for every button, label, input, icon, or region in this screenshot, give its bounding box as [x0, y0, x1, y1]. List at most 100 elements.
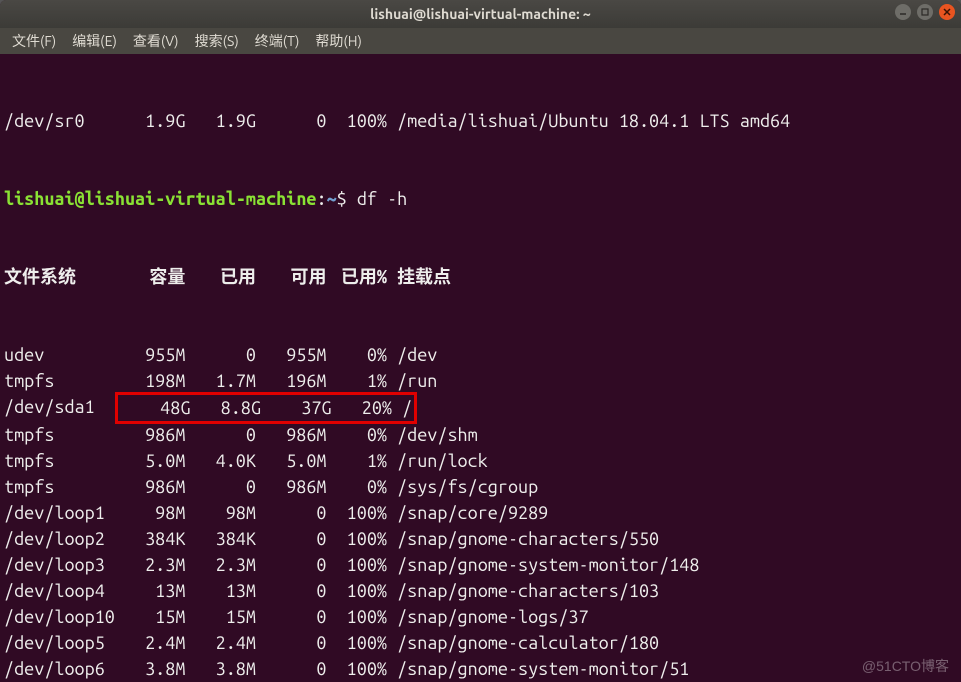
cell-fs: tmpfs: [4, 368, 115, 394]
hdr-avail: 可用: [256, 264, 327, 290]
df-row: udev955M0955M0%/dev: [4, 342, 957, 368]
cell-used: 13M: [185, 578, 256, 604]
hdr-mount: 挂载点: [387, 264, 451, 290]
cell-size: 2.4M: [115, 630, 186, 656]
terminal-body[interactable]: /dev/sr01.9G1.9G0100%/media/lishuai/Ubun…: [0, 54, 961, 682]
cell-used: 1.7M: [185, 368, 256, 394]
cell-mount: /sys/fs/cgroup: [387, 474, 538, 500]
df-row: /dev/loop198M98M0100%/snap/core/9289: [4, 500, 957, 526]
cell-mount: /dev/shm: [387, 422, 478, 448]
cell-avail: 0: [256, 526, 327, 552]
menu-view[interactable]: 查看(V): [127, 29, 185, 53]
menu-search[interactable]: 搜索(S): [189, 29, 245, 53]
df-row: /dev/loop1015M15M0100%/snap/gnome-logs/3…: [4, 604, 957, 630]
titlebar[interactable]: lishuai@lishuai-virtual-machine: ~: [0, 0, 961, 28]
cell-used: 4.0K: [185, 448, 256, 474]
prompt-line: lishuai@lishuai-virtual-machine:~$ df -h: [4, 186, 957, 212]
cell-avail: 986M: [256, 422, 327, 448]
cell-fs: /dev/loop3: [4, 552, 115, 578]
highlight-box: 48G8.8G37G20%/: [115, 392, 417, 424]
df-row: tmpfs198M1.7M196M1%/run: [4, 368, 957, 394]
cell-mount: /snap/gnome-characters/103: [387, 578, 659, 604]
cell-used: 8.8G: [190, 395, 261, 421]
cell-mount: /snap/gnome-system-monitor/148: [387, 552, 699, 578]
cell-used: 3.8M: [185, 656, 256, 682]
close-button[interactable]: [939, 4, 955, 20]
cell-mount: /snap/gnome-calculator/180: [387, 630, 659, 656]
cell-avail: 0: [256, 552, 327, 578]
cell-size: 3.8M: [115, 656, 186, 682]
cell-used: 0: [185, 422, 256, 448]
cell-pct: 100%: [327, 500, 387, 526]
cell-avail: 5.0M: [256, 448, 327, 474]
cell-fs: /dev/sda1: [4, 394, 115, 422]
cell-used: 384K: [185, 526, 256, 552]
cell-mount: /run/lock: [387, 448, 488, 474]
prompt-userhost: lishuai@lishuai-virtual-machine: [4, 186, 316, 212]
terminal-window: lishuai@lishuai-virtual-machine: ~ 文件(F)…: [0, 0, 961, 682]
menu-terminal[interactable]: 终端(T): [249, 29, 306, 53]
cell-pct: 100%: [327, 526, 387, 552]
cell-pct: 0%: [327, 422, 387, 448]
cell-size: 198M: [115, 368, 186, 394]
hdr-used: 已用: [185, 264, 256, 290]
cell-mount: /dev: [387, 342, 437, 368]
cell-size: 986M: [115, 474, 186, 500]
watermark: @51CTO博客: [862, 656, 949, 676]
menu-edit[interactable]: 编辑(E): [66, 29, 123, 53]
hdr-size: 容量: [115, 264, 186, 290]
cell-used: 98M: [185, 500, 256, 526]
cell-avail: 0: [256, 500, 327, 526]
cell-used: 0: [185, 342, 256, 368]
df-row: tmpfs5.0M4.0K5.0M1%/run/lock: [4, 448, 957, 474]
cell-mount: /run: [387, 368, 437, 394]
cell-fs: /dev/loop1: [4, 500, 115, 526]
cell-avail: 37G: [261, 395, 332, 421]
cell-used: 15M: [185, 604, 256, 630]
menubar: 文件(F) 编辑(E) 查看(V) 搜索(S) 终端(T) 帮助(H): [0, 28, 961, 54]
cell-pct: 1%: [327, 368, 387, 394]
cell-avail: 0: [256, 578, 327, 604]
cell-size: 13M: [115, 578, 186, 604]
cell-fs: tmpfs: [4, 474, 115, 500]
cell-fs: /dev/sr0: [4, 108, 115, 134]
cell-pct: 100%: [327, 578, 387, 604]
df-row: /dev/loop32.3M2.3M0100%/snap/gnome-syste…: [4, 552, 957, 578]
cell-avail: 0: [256, 630, 327, 656]
df-row: /dev/loop2384K384K0100%/snap/gnome-chara…: [4, 526, 957, 552]
cell-pct: 0%: [327, 474, 387, 500]
cell-used: 0: [185, 474, 256, 500]
window-buttons: [895, 4, 955, 20]
cell-pct: 100%: [327, 108, 387, 134]
cell-pct: 20%: [332, 395, 392, 421]
cell-mount: /snap/gnome-characters/550: [387, 526, 659, 552]
cell-fs: /dev/loop5: [4, 630, 115, 656]
hdr-fs: 文件系统: [4, 264, 115, 290]
prompt-colon: :: [316, 186, 326, 212]
cell-mount: /snap/core/9289: [387, 500, 548, 526]
cell-pct: 100%: [327, 552, 387, 578]
cell-pct: 0%: [327, 342, 387, 368]
menu-file[interactable]: 文件(F): [6, 29, 62, 53]
cell-avail: 986M: [256, 474, 327, 500]
df-row: /dev/loop52.4M2.4M0100%/snap/gnome-calcu…: [4, 630, 957, 656]
menu-help[interactable]: 帮助(H): [309, 29, 368, 53]
df-row: tmpfs986M0986M0%/sys/fs/cgroup: [4, 474, 957, 500]
cell-size: 384K: [115, 526, 186, 552]
cell-fs: udev: [4, 342, 115, 368]
maximize-button[interactable]: [917, 4, 933, 20]
cell-fs: /dev/loop10: [4, 604, 115, 630]
cell-pct: 1%: [327, 448, 387, 474]
minimize-button[interactable]: [895, 4, 911, 20]
output-line: /dev/sr01.9G1.9G0100%/media/lishuai/Ubun…: [4, 108, 957, 134]
prompt-path: ~: [327, 186, 337, 212]
cell-size: 955M: [115, 342, 186, 368]
cell-pct: 100%: [327, 656, 387, 682]
df-row: /dev/sda148G8.8G37G20%/: [4, 394, 957, 422]
cell-mount: /: [392, 395, 412, 421]
cell-pct: 100%: [327, 604, 387, 630]
df-header: 文件系统容量已用可用已用%挂载点: [4, 264, 957, 290]
cell-avail: 0: [256, 656, 327, 682]
cell-pct: 100%: [327, 630, 387, 656]
cell-used: 1.9G: [185, 108, 256, 134]
